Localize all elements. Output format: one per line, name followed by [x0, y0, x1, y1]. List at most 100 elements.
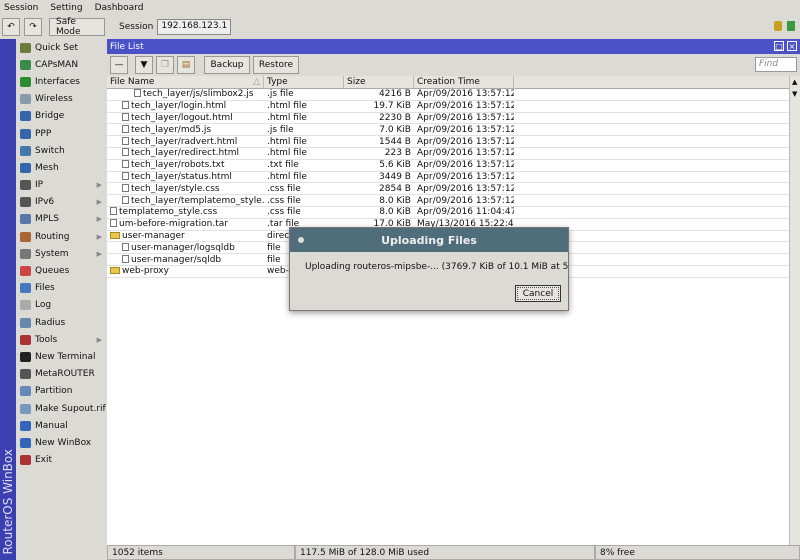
sidebar-item-mpls[interactable]: MPLS ▶: [16, 211, 106, 228]
sidebar-item-files[interactable]: Files: [16, 280, 106, 297]
copy-button[interactable]: ❐: [156, 56, 174, 74]
table-row[interactable]: tech_layer/redirect.html .html file 223 …: [107, 148, 800, 160]
cell-creation-time: Apr/09/2016 13:57:12: [417, 171, 514, 182]
cancel-button[interactable]: Cancel: [515, 285, 561, 302]
sidebar-item-routing[interactable]: Routing ▶: [16, 228, 106, 245]
restore-button[interactable]: Restore: [253, 56, 299, 74]
cell-file-name: user-manager/sqldb: [107, 254, 264, 265]
column-file-name[interactable]: File Name △: [107, 76, 264, 88]
sidebar-item-tools[interactable]: Tools ▶: [16, 331, 106, 348]
sidebar-item-log[interactable]: Log: [16, 297, 106, 314]
sidebar-item-manual[interactable]: Manual: [16, 417, 106, 434]
column-type[interactable]: Type: [264, 76, 344, 88]
table-row[interactable]: tech_layer/radvert.html .html file 1544 …: [107, 136, 800, 148]
session-field[interactable]: 192.168.123.1: [157, 18, 232, 35]
file-name: tech_layer/style.css: [131, 183, 220, 194]
cell-file-name: tech_layer/robots.txt: [107, 160, 264, 170]
cell-size: 8.0 KiB: [379, 207, 411, 218]
sidebar-item-label: MetaROUTER: [35, 369, 95, 380]
remove-button[interactable]: —: [110, 56, 128, 74]
safe-mode-button[interactable]: Safe Mode: [49, 17, 105, 37]
close-icon[interactable]: ×: [787, 41, 797, 51]
sidebar-item-ip[interactable]: IP ▶: [16, 177, 106, 194]
table-row[interactable]: tech_layer/md5.js .js file 7.0 KiB Apr/0…: [107, 124, 800, 137]
sidebar-item-interfaces[interactable]: Interfaces: [16, 73, 106, 90]
cell-creation-time: Apr/09/2016 13:57:12: [417, 101, 514, 112]
table-row[interactable]: tech_layer/robots.txt .txt file 5.6 KiB …: [107, 160, 800, 172]
sidebar-item-metarouter[interactable]: MetaROUTER: [16, 366, 106, 383]
sidebar: Quick Set CAPsMAN Interfaces Wireless Bridge…: [16, 39, 106, 560]
file-name: tech_layer/status.html: [131, 171, 232, 182]
column-size[interactable]: Size: [344, 76, 414, 88]
file-icon: [122, 112, 129, 121]
table-row[interactable]: tech_layer/status.html .html file 3449 B…: [107, 171, 800, 184]
menu-session[interactable]: Session: [4, 3, 38, 13]
table-row[interactable]: tech_layer/js/slimbox2.js .js file 4216 …: [107, 89, 800, 101]
table-row[interactable]: tech_layer/templatemo_style.css .css fil…: [107, 195, 800, 207]
sidebar-item-ppp[interactable]: PPP: [16, 125, 106, 142]
file-name: tech_layer/radvert.html: [131, 136, 238, 147]
sidebar-item-make-supout-rif[interactable]: Make Supout.rif: [16, 400, 106, 417]
sidebar-item-ipv6[interactable]: IPv6 ▶: [16, 194, 106, 211]
sidebar-item-label: New Terminal: [35, 351, 96, 362]
cell-creation-time: Apr/09/2016 13:57:12: [417, 183, 514, 194]
sidebar-item-label: IP: [35, 180, 44, 191]
sidebar-item-switch[interactable]: Switch: [16, 142, 106, 159]
sidebar-item-partition[interactable]: Partition: [16, 383, 106, 400]
redo-button[interactable]: ↷: [24, 17, 42, 36]
submenu-arrow-icon: ▶: [96, 335, 102, 344]
menu-item-icon: [20, 197, 31, 208]
vertical-scrollbar[interactable]: ▲ ▼: [789, 76, 800, 545]
scroll-up-icon[interactable]: ▲: [792, 78, 797, 86]
menu-item-icon: [20, 420, 31, 431]
cell-file-name: tech_layer/radvert.html: [107, 136, 264, 147]
sidebar-item-quick-set[interactable]: Quick Set: [16, 39, 106, 56]
sidebar-item-system[interactable]: System ▶: [16, 245, 106, 262]
sidebar-item-label: Queues: [35, 266, 70, 277]
menu-item-icon: [20, 437, 31, 448]
sidebar-item-new-terminal[interactable]: New Terminal: [16, 348, 106, 365]
table-row[interactable]: templatemo_style.css .css file 8.0 KiB A…: [107, 207, 800, 219]
backup-button[interactable]: Backup: [204, 56, 250, 74]
file-name: web-proxy: [122, 266, 169, 277]
cell-file-name: tech_layer/templatemo_style.css: [107, 195, 264, 206]
cell-type: .css file: [267, 195, 301, 206]
menu-item-icon: [20, 351, 31, 362]
cell-type: .js file: [267, 124, 294, 135]
menu-setting[interactable]: Setting: [50, 3, 82, 13]
sidebar-item-wireless[interactable]: Wireless: [16, 91, 106, 108]
submenu-arrow-icon: ▶: [96, 232, 102, 241]
scroll-down-icon[interactable]: ▼: [792, 90, 797, 98]
table-row[interactable]: tech_layer/logout.html .html file 2230 B…: [107, 112, 800, 125]
file-name: tech_layer/templatemo_style.css: [131, 195, 264, 206]
menu-item-icon: [20, 128, 31, 139]
sidebar-item-capsman[interactable]: CAPsMAN: [16, 56, 106, 73]
column-creation-time[interactable]: Creation Time: [414, 76, 514, 88]
table-row[interactable]: tech_layer/style.css .css file 2854 B Ap…: [107, 183, 800, 196]
sidebar-item-new-winbox[interactable]: New WinBox: [16, 434, 106, 451]
find-input[interactable]: Find: [755, 57, 797, 72]
file-icon: [122, 254, 129, 263]
sidebar-item-queues[interactable]: Queues: [16, 262, 106, 279]
filter-button[interactable]: ▼: [135, 56, 153, 74]
cell-file-name: tech_layer/redirect.html: [107, 148, 264, 158]
file-icon: [122, 136, 129, 145]
cell-size: 2230 B: [379, 112, 411, 123]
file-icon: [122, 171, 129, 180]
menu-item-icon: [20, 369, 31, 380]
status-items: 1052 items: [107, 545, 295, 560]
undo-button[interactable]: ↶: [2, 17, 20, 36]
sidebar-item-radius[interactable]: Radius: [16, 314, 106, 331]
file-name: tech_layer/robots.txt: [131, 160, 225, 171]
sort-asc-icon: △: [253, 77, 260, 87]
table-row[interactable]: tech_layer/login.html .html file 19.7 Ki…: [107, 101, 800, 113]
sidebar-item-mesh[interactable]: Mesh: [16, 159, 106, 176]
paste-button[interactable]: ▤: [177, 56, 195, 74]
window-menu-icon[interactable]: [298, 237, 304, 243]
menu-dashboard[interactable]: Dashboard: [95, 3, 144, 13]
menu-bar: Session Setting Dashboard: [0, 0, 800, 16]
sidebar-item-bridge[interactable]: Bridge: [16, 108, 106, 125]
cell-file-name: tech_layer/login.html: [107, 101, 264, 111]
maximize-icon[interactable]: □: [774, 41, 784, 51]
sidebar-item-exit[interactable]: Exit: [16, 452, 106, 469]
